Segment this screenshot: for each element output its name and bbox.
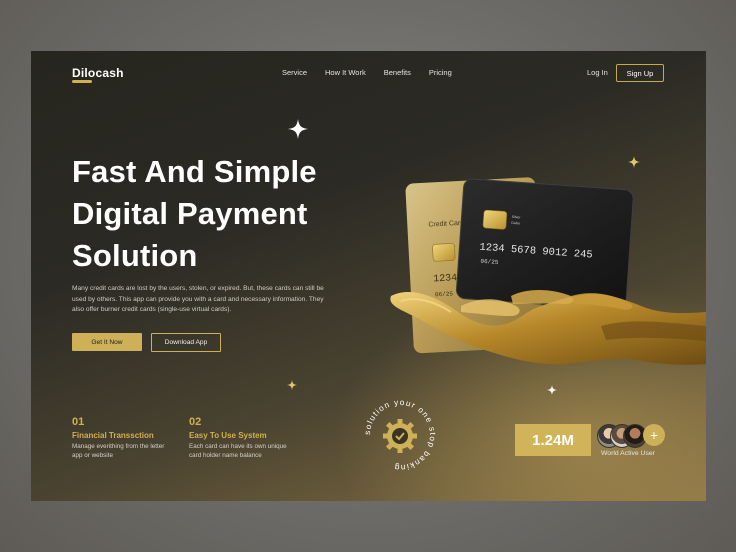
- user-avatars: +: [597, 424, 667, 448]
- gold-card-expiry: 06/25: [435, 290, 454, 298]
- get-it-now-button[interactable]: Get It Now: [72, 333, 142, 351]
- hand-holding-cards-illustration: Credit Card 1234 06/25 Silver Gaba 1234 …: [390, 177, 706, 365]
- feature-financial-transaction: 01 Financial Transsction Manage everithi…: [72, 416, 172, 460]
- sparkle-icon: [547, 385, 557, 395]
- add-user-button[interactable]: +: [643, 424, 665, 446]
- logo-swoosh-icon: [72, 80, 92, 83]
- feature-easy-to-use: 02 Easy To Use System Each card can have…: [189, 416, 289, 460]
- chip-label-1: Silver: [512, 215, 522, 220]
- feature-title: Easy To Use System: [189, 431, 267, 440]
- hero-title-line-2: Digital Payment: [72, 196, 308, 231]
- active-users-label: World Active User: [601, 450, 655, 457]
- hero-title-line-3: Solution: [72, 238, 198, 273]
- brand-name: Dilocash: [72, 66, 124, 80]
- download-app-button[interactable]: Download App: [151, 333, 221, 352]
- feature-title: Financial Transsction: [72, 431, 154, 440]
- feature-number: 02: [189, 416, 202, 428]
- hero-description: Many credit cards are lost by the users,…: [72, 285, 324, 313]
- signup-button[interactable]: Sign Up: [616, 64, 664, 82]
- gear-check-icon: [383, 419, 417, 453]
- feature-number: 01: [72, 416, 85, 428]
- nav-item-benefits[interactable]: Benefits: [384, 68, 411, 77]
- black-card-expiry: 06/25: [480, 258, 499, 266]
- chip-label-2: Gaba: [511, 221, 520, 226]
- brand-logo[interactable]: Dilocash: [72, 66, 124, 83]
- gold-card-number: 1234: [433, 273, 458, 285]
- circular-badge: solution your one stop banking: [363, 398, 436, 472]
- hero-title-line-1: Fast And Simple: [72, 154, 317, 189]
- main-nav: Service How It Work Benefits Pricing: [282, 68, 452, 77]
- golden-hand: [390, 290, 706, 365]
- nav-item-pricing[interactable]: Pricing: [429, 68, 452, 77]
- nav-item-service[interactable]: Service: [282, 68, 307, 77]
- active-users-count: 1.24M: [515, 424, 591, 456]
- hero-title: Fast And Simple Digital Payment Solution: [72, 151, 317, 277]
- sparkle-gold-icon: [287, 380, 297, 390]
- feature-text: Each card can have its own unique card h…: [189, 443, 287, 459]
- nav-item-how-it-work[interactable]: How It Work: [325, 68, 366, 77]
- landing-page-frame: Dilocash Service How It Work Benefits Pr…: [31, 51, 706, 501]
- login-link[interactable]: Log In: [587, 68, 608, 77]
- sparkle-icon: [288, 119, 308, 139]
- feature-text: Manage everithing from the letter app or…: [72, 443, 165, 459]
